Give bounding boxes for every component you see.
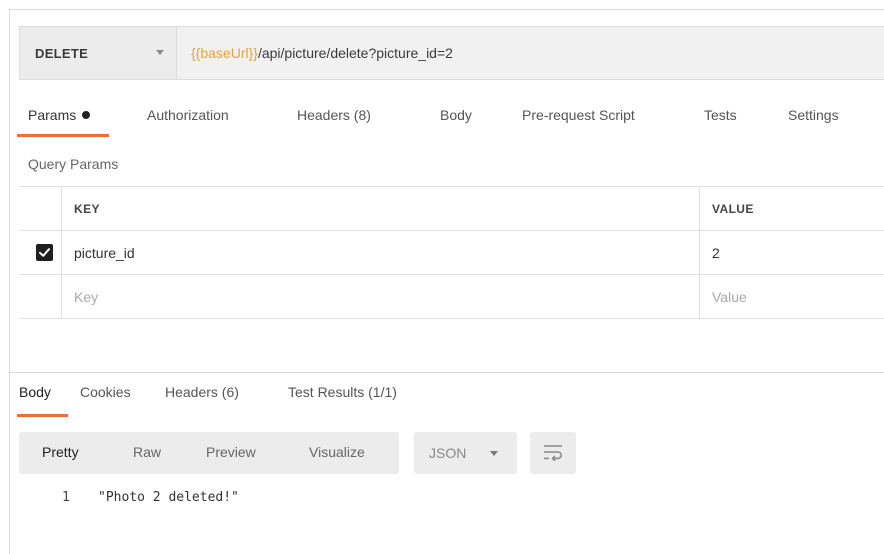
table-header-row: KEY VALUE xyxy=(19,187,884,231)
tab-body[interactable]: Body xyxy=(440,107,472,123)
param-key-cell[interactable]: picture_id xyxy=(63,231,700,274)
format-raw-button[interactable]: Raw xyxy=(133,444,161,460)
checkmark-icon xyxy=(39,248,50,257)
new-key-input[interactable]: Key xyxy=(63,275,700,318)
format-toggle-group: Pretty Raw Preview Visualize xyxy=(19,432,399,474)
url-variable: {{baseUrl}} xyxy=(191,45,258,61)
tab-response-headers[interactable]: Headers (6) xyxy=(165,384,239,400)
line-number: 1 xyxy=(62,490,70,505)
params-table: KEY VALUE picture_id 2 Key Value xyxy=(19,186,884,319)
tab-authorization[interactable]: Authorization xyxy=(147,107,229,123)
url-input[interactable]: {{baseUrl}}/api/picture/delete?picture_i… xyxy=(177,26,884,80)
chevron-down-icon xyxy=(156,50,164,55)
wrap-lines-icon xyxy=(544,445,562,462)
wrap-lines-button[interactable] xyxy=(530,432,576,474)
tab-params[interactable]: Params xyxy=(28,107,91,123)
param-value-cell[interactable]: 2 xyxy=(701,231,884,274)
language-label: JSON xyxy=(429,445,467,461)
tab-settings[interactable]: Settings xyxy=(788,107,839,123)
request-bar: DELETE {{baseUrl}}/api/picture/delete?pi… xyxy=(19,26,884,80)
column-header-key: KEY xyxy=(63,187,700,230)
code-line: "Photo 2 deleted!" xyxy=(98,490,239,505)
tab-response-body[interactable]: Body xyxy=(19,384,51,400)
param-enabled-checkbox[interactable] xyxy=(36,244,53,261)
method-select[interactable]: DELETE xyxy=(19,26,176,80)
tab-cookies[interactable]: Cookies xyxy=(80,384,131,400)
url-path: /api/picture/delete?picture_id=2 xyxy=(257,45,453,61)
response-body-code: 1 "Photo 2 deleted!" xyxy=(62,490,239,505)
method-label: DELETE xyxy=(35,45,89,61)
tab-tests[interactable]: Tests xyxy=(704,107,737,123)
new-value-input[interactable]: Value xyxy=(701,275,884,318)
tab-test-results[interactable]: Test Results (1/1) xyxy=(288,384,397,400)
format-preview-button[interactable]: Preview xyxy=(206,444,256,460)
format-pretty-button[interactable]: Pretty xyxy=(42,444,79,460)
language-select[interactable]: JSON xyxy=(414,432,517,474)
tab-pre-request-script[interactable]: Pre-request Script xyxy=(522,107,635,123)
modified-dot-icon xyxy=(82,111,91,119)
chevron-down-icon xyxy=(490,451,498,456)
query-params-label: Query Params xyxy=(28,156,119,172)
table-row-new: Key Value xyxy=(19,275,884,319)
active-tab-indicator xyxy=(17,134,109,137)
tab-headers[interactable]: Headers (8) xyxy=(297,107,371,123)
response-divider xyxy=(9,372,884,373)
column-header-value: VALUE xyxy=(712,201,754,216)
format-visualize-button[interactable]: Visualize xyxy=(309,444,365,460)
table-row: picture_id 2 xyxy=(19,231,884,275)
active-response-tab-indicator xyxy=(17,414,68,417)
